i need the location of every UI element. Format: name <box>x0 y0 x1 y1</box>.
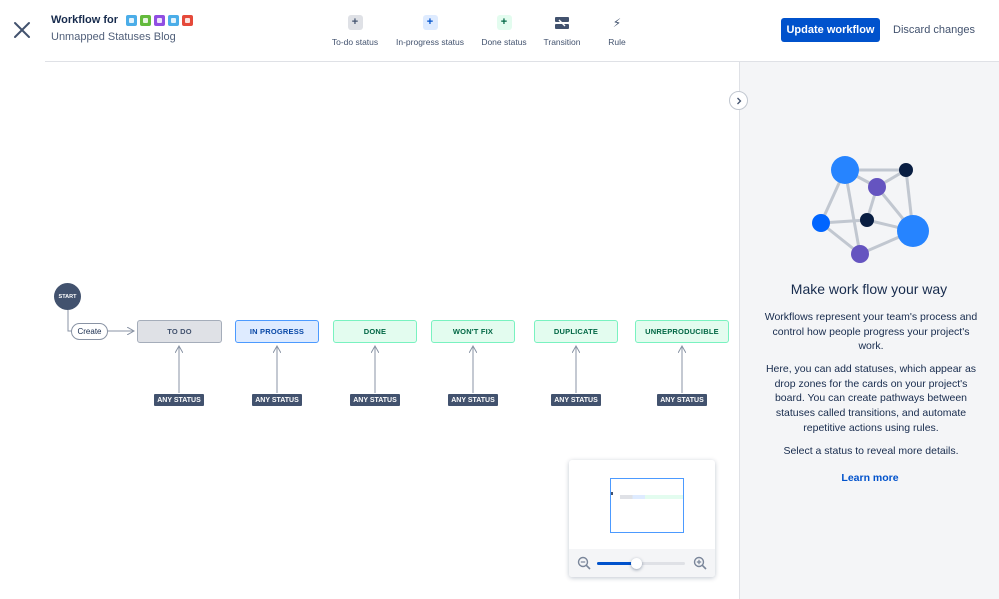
minimap-viewport[interactable] <box>610 478 684 533</box>
zoom-out-icon[interactable] <box>577 556 591 570</box>
plus-icon: + <box>422 15 438 30</box>
create-transition[interactable]: Create <box>71 323 108 340</box>
collapse-panel-button[interactable] <box>729 91 748 110</box>
zoom-slider-thumb[interactable] <box>631 558 643 569</box>
status-unreproducible[interactable]: UNREPRODUCIBLE <box>635 320 729 343</box>
add-transition-button[interactable]: Transition <box>542 15 582 47</box>
panel-title: Make work flow your way <box>790 281 948 297</box>
status-wont-fix[interactable]: WON'T FIX <box>431 320 515 343</box>
add-todo-status-label: To-do status <box>331 37 379 47</box>
add-done-status-button[interactable]: + Done status <box>480 15 528 47</box>
add-inprogress-status-label: In-progress status <box>395 37 465 47</box>
status-done[interactable]: DONE <box>333 320 417 343</box>
lightning-icon: ⚡ <box>612 15 622 30</box>
discard-changes-button[interactable]: Discard changes <box>888 18 980 42</box>
start-node: START <box>54 283 81 310</box>
chevron-right-icon <box>736 97 741 104</box>
minimap[interactable] <box>569 460 715 577</box>
add-rule-label: Rule <box>608 37 626 47</box>
any-status-transition[interactable]: ANY STATUS <box>252 394 302 406</box>
any-status-transition[interactable]: ANY STATUS <box>350 394 400 406</box>
update-workflow-button[interactable]: Update workflow <box>781 18 880 42</box>
zoom-in-icon[interactable] <box>693 556 707 570</box>
add-done-status-label: Done status <box>481 37 527 47</box>
any-status-transition[interactable]: ANY STATUS <box>551 394 601 406</box>
status-duplicate[interactable]: DUPLICATE <box>534 320 618 343</box>
transition-icon <box>555 15 570 30</box>
add-rule-button[interactable]: ⚡ Rule <box>604 15 630 48</box>
zoom-slider[interactable] <box>597 558 685 569</box>
any-status-transition[interactable]: ANY STATUS <box>657 394 707 406</box>
panel-paragraph: Workflows represent your team's process … <box>764 311 978 353</box>
canvas-gutter <box>0 62 45 599</box>
status-to-do[interactable]: TO DO <box>137 320 222 343</box>
zoom-controls <box>569 549 715 577</box>
workflow-illustration <box>805 152 935 272</box>
any-status-transition[interactable]: ANY STATUS <box>154 394 204 406</box>
add-inprogress-status-button[interactable]: + In-progress status <box>394 15 466 47</box>
any-status-transition[interactable]: ANY STATUS <box>448 394 498 406</box>
add-todo-status-button[interactable]: + To-do status <box>330 15 380 47</box>
add-transition-label: Transition <box>543 37 581 47</box>
learn-more-link[interactable]: Learn more <box>739 472 999 484</box>
plus-icon: + <box>496 15 512 30</box>
panel-paragraph: Select a status to reveal more details. <box>783 445 959 457</box>
panel-paragraph: Here, you can add statuses, which appear… <box>765 363 977 434</box>
plus-icon: + <box>347 15 363 30</box>
status-in-progress[interactable]: IN PROGRESS <box>235 320 319 343</box>
header: Workflow for Unmapped Statuses Blog + To… <box>0 0 999 61</box>
